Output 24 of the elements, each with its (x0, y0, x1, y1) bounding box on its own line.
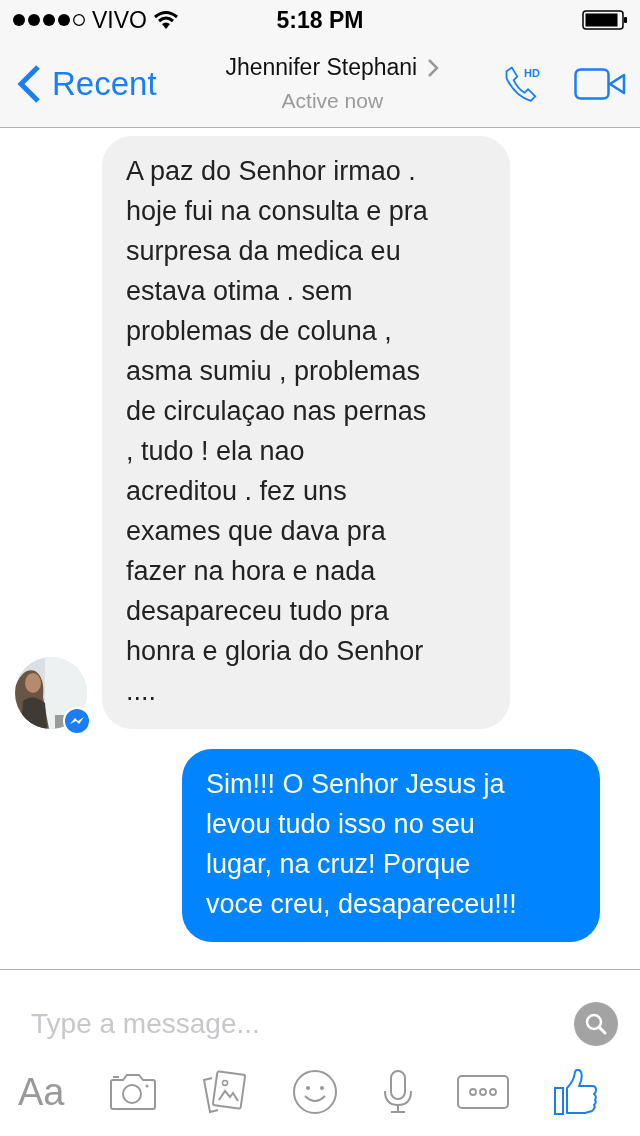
chevron-right-icon (427, 57, 440, 78)
thumbs-up-icon[interactable] (553, 1069, 598, 1115)
active-status: Active now (281, 89, 384, 113)
microphone-icon[interactable] (382, 1070, 413, 1114)
search-icon[interactable] (573, 1001, 619, 1047)
status-time: 5:18 PM (275, 6, 365, 34)
text-format-button[interactable]: Aa (18, 1070, 65, 1114)
camera-icon[interactable] (109, 1073, 158, 1111)
photos-icon[interactable] (201, 1070, 248, 1114)
carrier-name: VIVO (92, 6, 147, 34)
back-button[interactable]: Recent (16, 63, 157, 104)
message-field[interactable]: Type a message... (31, 1008, 573, 1040)
message-bubble: Sim!!! O Senhor Jesus ja levou tudo isso no seu lugar, na cruz! Porque voce creu, desapareceu!!! (182, 749, 600, 942)
battery-icon (582, 10, 628, 30)
more-icon[interactable] (457, 1075, 510, 1109)
contact-name[interactable]: Jhennifer Stephani (225, 54, 418, 81)
wifi-icon (152, 10, 179, 30)
call-button[interactable]: HD (502, 63, 540, 104)
messenger-badge-icon (63, 707, 91, 735)
emoji-icon[interactable] (292, 1069, 339, 1115)
message-bubble: A paz do Senhor irmao . hoje fui na consulta e pra surpresa da medica eu estava otima . sem problemas de coluna , asma sumiu , problemas de circulaçao nas pernas , tudo ! ela nao acreditou . fez uns exames que dava pra fazer na hora e nada desapareceu tudo pra honra e gloria do Senhor .... (102, 136, 510, 729)
video-call-icon[interactable] (574, 67, 626, 100)
signal-icon (12, 13, 86, 27)
chevron-left-icon (16, 63, 42, 104)
